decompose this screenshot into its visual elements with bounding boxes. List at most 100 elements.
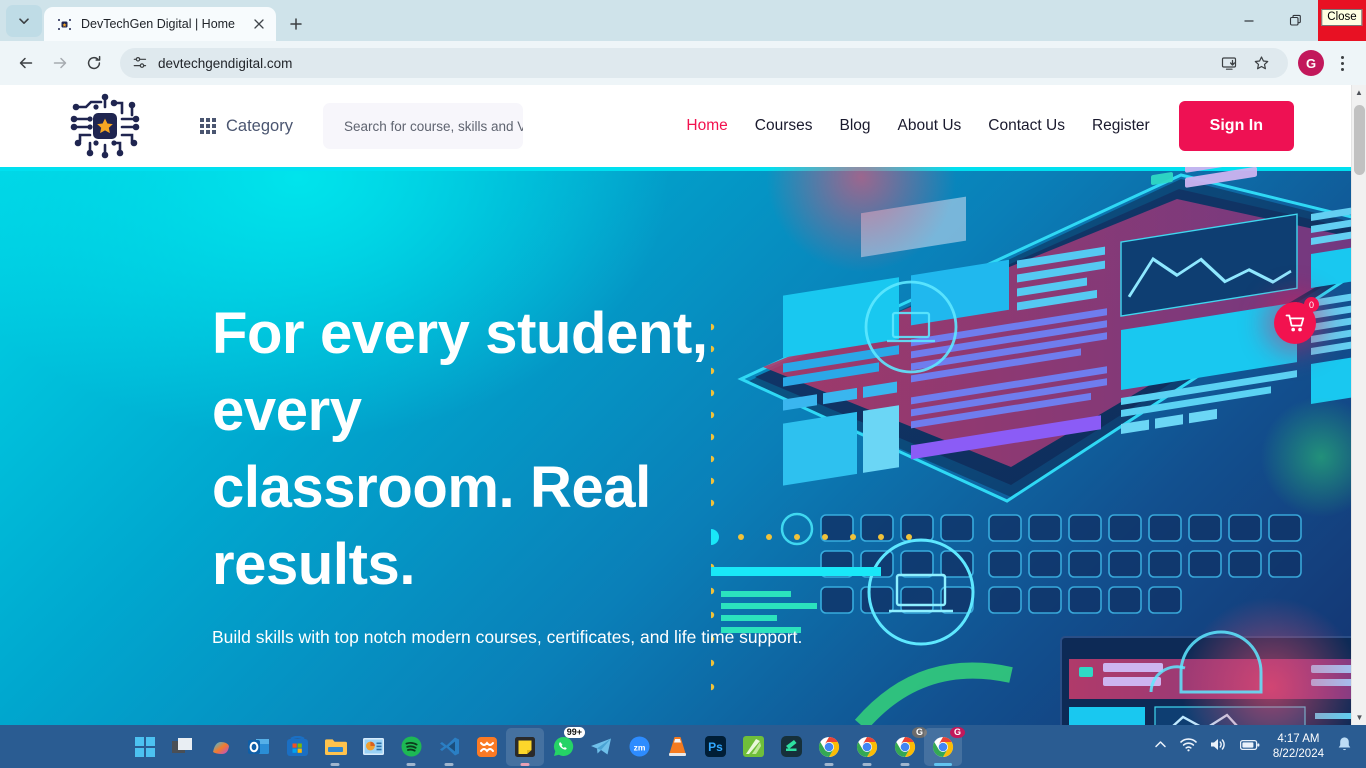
back-arrow-icon <box>19 57 33 69</box>
telegram-icon <box>591 738 611 755</box>
copilot-icon <box>212 741 229 754</box>
browser-toolbar: devtechgendigital.com G <box>0 41 1366 85</box>
chrome-window-1[interactable] <box>810 728 848 766</box>
address-bar[interactable]: devtechgendigital.com <box>120 48 1288 78</box>
powerpoint-app[interactable] <box>354 728 392 766</box>
vlc-cone-icon <box>668 737 686 756</box>
chrome-window-2[interactable] <box>848 728 886 766</box>
forward-arrow-icon <box>53 57 67 69</box>
site-header: Category Search for course, skills and V… <box>0 85 1351 167</box>
browser-menu-button[interactable] <box>1328 48 1356 78</box>
battery-button[interactable] <box>1239 738 1260 756</box>
file-explorer-app[interactable] <box>316 728 354 766</box>
telegram-app[interactable] <box>582 728 620 766</box>
wifi-button[interactable] <box>1180 737 1197 757</box>
close-tooltip: Close <box>1321 9 1363 26</box>
nav-link-home[interactable]: Home <box>686 117 727 135</box>
taskbar-clock[interactable]: 4:17 AM 8/22/2024 <box>1273 732 1324 762</box>
close-button[interactable]: Close <box>1318 0 1366 41</box>
reload-icon <box>87 55 101 70</box>
category-label: Category <box>226 116 293 135</box>
zoom-app[interactable]: zm <box>620 728 658 766</box>
sticky-notes-app[interactable] <box>506 727 544 766</box>
whatsapp-app[interactable]: 99+ <box>544 726 585 766</box>
chrome-window-4[interactable]: G <box>924 726 965 766</box>
category-button[interactable]: Category <box>200 117 293 136</box>
start-button[interactable] <box>126 728 164 766</box>
clock-date: 8/22/2024 <box>1272 747 1324 760</box>
scroll-up-arrow[interactable]: ▲ <box>1352 85 1366 100</box>
browser-tab[interactable]: DevTechGen Digital | Home <box>44 7 276 41</box>
wifi-icon <box>1180 737 1197 751</box>
kebab-dot <box>1340 55 1344 59</box>
zoom-icon: zm <box>629 736 649 757</box>
nav-link-about-us[interactable]: About Us <box>898 117 962 135</box>
vlc-app[interactable] <box>658 728 696 766</box>
back-button[interactable] <box>10 47 42 79</box>
nav-link-contact-us[interactable]: Contact Us <box>988 117 1065 135</box>
nav-link-register[interactable]: Register <box>1092 117 1150 135</box>
cart-button[interactable]: 0 <box>1274 297 1319 344</box>
webpage: Category Search for course, skills and V… <box>0 85 1351 725</box>
tray-overflow-button[interactable] <box>1154 738 1167 756</box>
notifications-button[interactable] <box>1337 736 1352 757</box>
nav-link-blog[interactable]: Blog <box>839 117 870 135</box>
outlook-app[interactable] <box>240 728 278 766</box>
maximize-restore-button[interactable] <box>1272 0 1318 41</box>
main-navigation: Home Courses Blog About Us Contact Us Re… <box>686 117 1149 135</box>
green-app[interactable] <box>734 728 772 766</box>
tab-close-icon[interactable] <box>250 15 268 33</box>
omnibox-actions <box>1214 48 1276 78</box>
sign-in-button[interactable]: Sign In <box>1178 101 1294 151</box>
page-scrollbar[interactable]: ▲ ▼ <box>1351 85 1366 725</box>
header-search-placeholder: Search for course, skills and Videos <box>343 118 523 134</box>
task-view-button[interactable] <box>164 728 202 766</box>
chrome-icon <box>894 736 916 757</box>
bookmark-star-icon[interactable] <box>1246 48 1276 78</box>
chrome-window-3[interactable]: G <box>886 726 927 766</box>
scrollbar-thumb[interactable] <box>1354 105 1365 175</box>
shopping-cart-icon <box>1285 314 1304 331</box>
running-indicator <box>824 762 834 766</box>
xampp-app[interactable] <box>468 728 506 766</box>
chrome-profile-badge: G <box>949 726 965 739</box>
microsoft-store-icon <box>286 736 308 756</box>
hero-copy: For every student, every classroom. Real… <box>212 295 852 648</box>
svg-text:Ps: Ps <box>708 740 723 754</box>
new-tab-button[interactable] <box>282 10 310 38</box>
running-indicator <box>330 762 340 766</box>
hero-heading-line-1: For every student, every <box>212 301 708 443</box>
running-indicator <box>862 762 872 766</box>
nav-link-courses[interactable]: Courses <box>755 117 813 135</box>
header-search-input[interactable]: Search for course, skills and Videos <box>322 103 523 149</box>
hero-section: For every student, every classroom. Real… <box>0 167 1351 725</box>
running-indicator <box>520 762 530 766</box>
window-controls: Close <box>1226 0 1366 41</box>
vscode-app[interactable] <box>430 728 468 766</box>
kebab-dot <box>1340 61 1344 65</box>
copilot-app[interactable] <box>202 728 240 766</box>
photoshop-app[interactable]: Ps <box>696 728 734 766</box>
svg-text:zm: zm <box>633 742 645 752</box>
site-favicon <box>56 16 72 32</box>
profile-avatar[interactable]: G <box>1296 48 1326 78</box>
spotify-app[interactable] <box>392 728 430 766</box>
scroll-down-arrow[interactable]: ▼ <box>1352 710 1366 725</box>
filmora-app[interactable] <box>772 728 810 766</box>
spotify-icon <box>401 736 421 757</box>
reload-button[interactable] <box>78 47 110 79</box>
vscode-icon <box>439 737 459 756</box>
tab-search-button[interactable] <box>6 5 42 37</box>
volume-icon <box>1210 738 1225 750</box>
forward-button[interactable] <box>44 47 76 79</box>
devtechgen-circuit-chip-logo[interactable] <box>66 91 144 161</box>
folder-icon <box>324 738 347 755</box>
sticky-notes-icon <box>515 736 535 757</box>
install-app-icon[interactable] <box>1214 48 1244 78</box>
taskbar-apps: 99+ zm Ps G G <box>126 726 965 766</box>
microsoft-store-app[interactable] <box>278 728 316 766</box>
hero-heading-line-2: classroom. Real results. <box>212 455 651 597</box>
volume-button[interactable] <box>1210 737 1227 757</box>
minimize-button[interactable] <box>1226 0 1272 41</box>
profile-initial: G <box>1298 50 1324 76</box>
